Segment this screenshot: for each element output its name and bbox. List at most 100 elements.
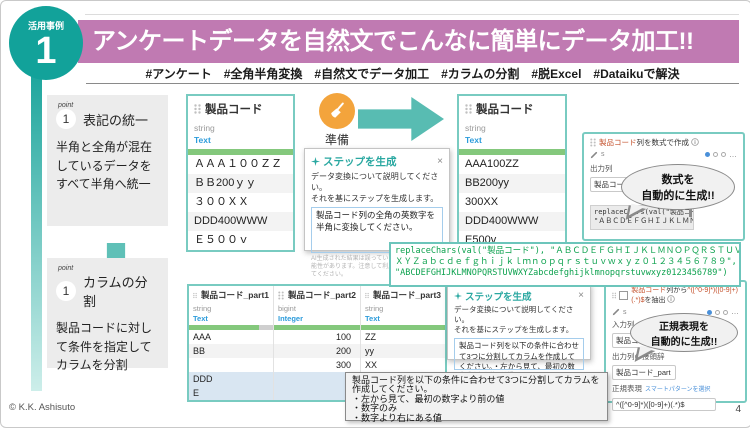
prepare-label: 準備 — [309, 131, 365, 148]
column-type: string — [465, 123, 559, 133]
smart-pattern-link[interactable]: スマートパターンを選択 — [645, 387, 711, 393]
drag-handle-icon[interactable] — [193, 291, 197, 300]
table-cell: yy — [361, 344, 445, 358]
table-cell: DDD400WWW — [459, 212, 565, 231]
column-meaning[interactable]: Integer — [278, 314, 356, 325]
hashtag-line: #アンケート #全角半角変換 #自然文でデータ加工 #カラムの分割 #脱Exce… — [86, 65, 739, 82]
more-menu-icon[interactable]: … — [731, 310, 739, 314]
point-title: カラムの分割 — [83, 272, 159, 310]
table-cell: E — [189, 386, 273, 400]
step-title: 製品コード列を数式で作成 — [599, 138, 699, 148]
table-cell: BB — [189, 344, 273, 358]
validity-bar — [361, 325, 445, 330]
table-product-code-after: 製品コード string Text AAA100ZZ BB200yy 300XX… — [457, 94, 567, 252]
top-divider — [85, 14, 739, 15]
column-type: bigint — [278, 304, 356, 313]
validity-bar — [274, 325, 360, 330]
point-body: 製品コードに対して条件を指定してカラムを分割 — [56, 319, 159, 375]
regex-label: 正規表現スマートパターンを選択 — [612, 383, 739, 394]
badge-number: 1 — [9, 32, 83, 72]
table-cell: Ｅ５００ｖ — [188, 231, 293, 250]
column-type: string — [365, 304, 441, 313]
table-cell: 300 — [274, 358, 360, 372]
callout-formula-auto: 数式を 自動的に生成!! — [621, 164, 735, 210]
column-meaning[interactable]: Text — [194, 135, 287, 149]
generate-step-dialog-2: ステップを生成 × データ変換について説明してください。 それを基にステップを生… — [447, 284, 591, 360]
column-name: 製品コード_part3 — [373, 289, 441, 301]
info-icon[interactable] — [691, 138, 699, 146]
generated-formula-code: replaceChars(val("製品コード"), "ＡＢＣＤＥＦＧＨＩＪＫＬ… — [389, 242, 741, 287]
page-title: アンケートデータを自然文でこんなに簡単にデータ加工!! — [78, 20, 739, 63]
table-cell: XX — [361, 358, 445, 372]
column-name: 製品コード — [205, 101, 263, 117]
generate-step-dialog-1: ステップを生成 × データ変換について説明してください。 それを基にステップを生… — [304, 148, 450, 251]
table-cell: ＢＢ200ｙｙ — [188, 174, 293, 193]
table-cell: AAA100ZZ — [459, 155, 565, 174]
step-actions: … — [705, 152, 737, 157]
drag-handle-icon[interactable] — [194, 104, 201, 114]
drag-handle-icon[interactable] — [590, 138, 596, 147]
circle-icon[interactable] — [715, 310, 720, 315]
step-title: 製品コード列から^([^0-9]*)([0-9]+)(.*)$を抽出 — [631, 286, 739, 305]
callout-regex-auto: 正規表現を 自動的に生成!! — [630, 313, 738, 352]
point-box-1: point 1 表記の統一 半角と全角が混在しているデータをすべて半角へ統一 — [47, 95, 168, 226]
drag-handle-icon[interactable] — [365, 291, 369, 300]
point-number-circle: 1 — [56, 281, 76, 301]
table-cell: ZZ — [361, 330, 445, 344]
column-meaning[interactable]: Text — [465, 135, 559, 149]
drag-handle-icon[interactable] — [278, 291, 284, 300]
validity-bar — [459, 149, 565, 155]
copyright: © K.K. Ashisuto — [9, 402, 75, 413]
point-word: point — [58, 102, 159, 109]
more-menu-icon[interactable]: … — [729, 153, 737, 157]
pencil-icon[interactable] — [612, 308, 620, 316]
column-name: 製品コード_part1 — [201, 289, 269, 301]
prompt-tooltip: 製品コード列を以下の条件に合わせて3つに分割してカラムを 作成してください。 ・… — [345, 372, 608, 421]
info-icon[interactable] — [667, 295, 675, 303]
table-product-code-before: 製品コード string Text ＡＡＡ１００ＺＺ ＢＢ200ｙｙ ３００ＸＸ… — [186, 94, 295, 252]
circle-icon[interactable] — [723, 310, 728, 315]
validity-bar — [188, 149, 293, 155]
circle-icon[interactable] — [721, 152, 726, 157]
ai-disclaimer: AI生成された結果は誤っている可能性があります。注意して利用してください。 — [311, 256, 401, 279]
prefix-input[interactable]: 製品コード_part — [612, 365, 676, 380]
dialog-title: ステップを生成 — [323, 154, 397, 169]
column-name: 製品コード — [476, 101, 534, 117]
step-checkbox[interactable] — [619, 291, 628, 300]
edit-label: s — [601, 151, 605, 158]
close-icon[interactable]: × — [437, 157, 443, 167]
column-meaning[interactable]: Text — [365, 314, 441, 325]
table-cell: ＡＡＡ１００ＺＺ — [188, 155, 293, 174]
edit-label: s — [623, 309, 627, 316]
circle-icon[interactable] — [713, 152, 718, 157]
slide: 活用事例 1 アンケートデータを自然文でこんなに簡単にデータ加工!! #アンケー… — [0, 0, 750, 428]
pencil-icon[interactable] — [590, 151, 598, 159]
broom-icon — [327, 101, 347, 121]
regex-input[interactable]: ^([^0-9]*)([0-9]+)(.*)$ — [612, 398, 716, 411]
status-dot-icon[interactable] — [707, 310, 712, 315]
dialog-desc: データ変換について説明してください。 それを基にステップを生成します。 — [305, 172, 449, 204]
table-cell: DDD400WWW — [188, 212, 293, 231]
column-type: string — [193, 304, 269, 313]
drag-handle-icon[interactable] — [465, 104, 472, 114]
table-cell: 100 — [274, 330, 360, 344]
status-dot-icon[interactable] — [705, 152, 710, 157]
table-cell: ３００ＸＸ — [188, 193, 293, 212]
drag-handle-icon[interactable] — [612, 291, 616, 300]
use-case-badge: 活用事例 1 — [9, 6, 83, 80]
table-cell: 200 — [274, 344, 360, 358]
left-accent-bar — [31, 63, 42, 391]
split-column-part1: 製品コード_part1 string Text AAA BB DDD E — [189, 286, 273, 400]
table-cell: AAA — [189, 330, 273, 344]
table-cell: DDD — [189, 372, 273, 386]
hashtag-divider — [86, 83, 739, 84]
column-type: string — [194, 123, 287, 133]
validity-bar — [189, 325, 273, 330]
close-icon[interactable]: × — [578, 291, 584, 301]
point-number-circle: 1 — [56, 109, 76, 129]
prompt-textarea[interactable]: 製品コード列を以下の条件に合わせて3つに分割してカラムを作成してください。・左か… — [454, 338, 584, 370]
column-meaning[interactable]: Text — [193, 314, 269, 325]
step-actions: … — [707, 310, 739, 315]
point-word: point — [58, 265, 159, 272]
point-box-2: point 1 カラムの分割 製品コードに対して条件を指定してカラムを分割 — [47, 258, 168, 368]
